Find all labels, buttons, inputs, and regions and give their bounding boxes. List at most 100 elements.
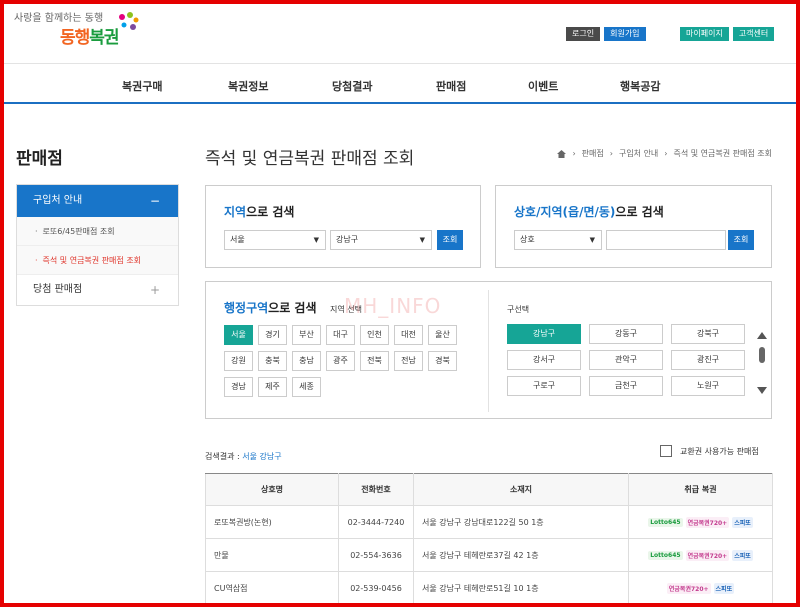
title-rest: 으로 검색 xyxy=(246,205,295,219)
region-search-button[interactable]: 조회 xyxy=(437,230,463,250)
breadcrumb-sep-icon: › xyxy=(664,149,668,158)
lnb-title: 판매점 xyxy=(16,149,63,169)
region-chip[interactable]: 인천 xyxy=(360,325,389,345)
side-item-label: 로또6/45판매점 조회 xyxy=(42,227,115,236)
admin-search-title: 행정구역으로 검색 xyxy=(224,299,317,316)
district-grid: 강남구 강동구 강북구 강서구 관악구 광진구 구로구 금천구 노원구 xyxy=(507,324,752,396)
pension-logo-icon: 연금복권720+ xyxy=(685,516,730,528)
region-chip[interactable]: 부산 xyxy=(292,325,321,345)
title-highlight: 행정구역 xyxy=(224,301,269,315)
district-chip[interactable]: 금천구 xyxy=(589,376,663,396)
page-frame: 사랑을 함께하는 동행 동행복권 로그인 회원가입 마이페이지 고객센터 복권구… xyxy=(0,0,800,607)
district-chip[interactable]: 강북구 xyxy=(671,324,745,344)
nav-events[interactable]: 이벤트 xyxy=(528,78,558,94)
district-chip[interactable]: 강서구 xyxy=(507,350,581,370)
exchange-checkbox[interactable] xyxy=(660,445,672,457)
name-search-panel: 상호/지역(읍/면/동)으로 검색 상호 ▼ 조회 xyxy=(495,185,772,268)
sido-value: 서울 xyxy=(230,235,245,244)
region-chip[interactable]: 서울 xyxy=(224,325,253,345)
scroll-down-icon[interactable] xyxy=(757,387,767,394)
table-row[interactable]: CU역삼점 02-539-0456 서울 강남구 테헤란로51길 10 1층 연… xyxy=(205,571,773,603)
exchange-checkbox-label[interactable]: 교환권 사용가능 판매점 xyxy=(680,446,759,457)
main-nav: 복권구매 복권정보 당첨결과 판매점 이벤트 행복공감 xyxy=(4,64,796,104)
store-table: 상호명 전화번호 소재지 취급 복권 로또복권방(논현) 02-3444-724… xyxy=(205,473,773,603)
side-item-label: 즉석 및 연금복권 판매점 조회 xyxy=(42,256,142,265)
login-button[interactable]: 로그인 xyxy=(566,27,601,41)
region-chip[interactable]: 광주 xyxy=(326,351,355,371)
nav-stores[interactable]: 판매점 xyxy=(436,78,466,94)
search-type-value: 상호 xyxy=(520,235,535,244)
region-chip[interactable]: 세종 xyxy=(292,377,321,397)
store-name: 만물 xyxy=(205,538,339,572)
header: 사랑을 함께하는 동행 동행복권 로그인 회원가입 마이페이지 고객센터 xyxy=(4,4,796,64)
collapse-icon[interactable]: − xyxy=(150,185,160,217)
side-nav: 구입처 안내 − · 로또6/45판매점 조회 · 즉석 및 연금복권 판매점 조회… xyxy=(16,184,179,306)
store-brands: Lotto645 연금복권720+ 스피또 xyxy=(628,505,773,539)
sido-select[interactable]: 서울 ▼ xyxy=(224,230,326,250)
logo-flower-icon xyxy=(119,12,139,30)
table-row[interactable]: 로또복권방(논현) 02-3444-7240 서울 강남구 강남대로122길 5… xyxy=(205,505,773,539)
column-header: 전화번호 xyxy=(338,473,414,506)
store-phone: 02-3444-7240 xyxy=(338,505,414,539)
join-button[interactable]: 회원가입 xyxy=(604,27,646,41)
result-summary: 검색결과 : 서울 강남구 xyxy=(205,451,282,462)
gugun-value: 강남구 xyxy=(336,235,359,244)
column-header: 상호명 xyxy=(205,473,339,506)
region-chip[interactable]: 충북 xyxy=(258,351,287,371)
district-chip[interactable]: 강남구 xyxy=(507,324,581,344)
breadcrumb-item[interactable]: 구입처 안내 xyxy=(619,148,658,159)
district-chip[interactable]: 구로구 xyxy=(507,376,581,396)
title-rest: 으로 검색 xyxy=(615,205,664,219)
region-chip[interactable]: 강원 xyxy=(224,351,253,371)
home-icon[interactable] xyxy=(557,149,567,158)
region-chip[interactable]: 대전 xyxy=(394,325,423,345)
util-right: 마이페이지 고객센터 xyxy=(680,27,775,41)
side-section-winning-stores[interactable]: 당첨 판매점 + xyxy=(17,275,178,305)
district-chip[interactable]: 강동구 xyxy=(589,324,663,344)
logo-tagline: 사랑을 함께하는 동행 xyxy=(14,13,104,24)
mypage-button[interactable]: 마이페이지 xyxy=(680,27,729,41)
keyword-input[interactable] xyxy=(606,230,726,250)
table-row[interactable]: 만물 02-554-3636 서울 강남구 테헤란로37길 42 1층 Lott… xyxy=(205,538,773,572)
result-label: 검색결과 : xyxy=(205,452,243,461)
region-chip[interactable]: 울산 xyxy=(428,325,457,345)
column-header: 소재지 xyxy=(413,473,629,506)
brand-part1: 동행 xyxy=(60,28,90,48)
district-chip[interactable]: 관악구 xyxy=(589,350,663,370)
region-chip[interactable]: 전북 xyxy=(360,351,389,371)
region-chip[interactable]: 경북 xyxy=(428,351,457,371)
admin-search-panel: 행정구역으로 검색 지역 선택 서울 경기 부산 대구 인천 대전 울산 강원 … xyxy=(205,281,772,419)
name-search-button[interactable]: 조회 xyxy=(728,230,754,250)
region-chip[interactable]: 경남 xyxy=(224,377,253,397)
customer-center-button[interactable]: 고객센터 xyxy=(732,27,775,41)
breadcrumb-item[interactable]: 판매점 xyxy=(582,148,604,159)
district-chip[interactable]: 광진구 xyxy=(671,350,745,370)
side-item-lotto-stores[interactable]: · 로또6/45판매점 조회 xyxy=(17,217,178,246)
gugun-select[interactable]: 강남구 ▼ xyxy=(330,230,432,250)
nav-info[interactable]: 복권정보 xyxy=(228,78,268,94)
title-highlight: 상호/지역(읍/면/동) xyxy=(514,205,616,219)
search-type-select[interactable]: 상호 ▼ xyxy=(514,230,602,250)
speetto-logo-icon: 스피또 xyxy=(732,516,753,528)
region-chip[interactable]: 전남 xyxy=(394,351,423,371)
pension-logo-icon: 연금복권720+ xyxy=(685,549,730,561)
store-phone: 02-539-0456 xyxy=(338,571,414,603)
bullet-icon: · xyxy=(35,227,38,236)
nav-buy[interactable]: 복권구매 xyxy=(122,78,162,94)
scrollbar-thumb[interactable] xyxy=(759,347,765,363)
breadcrumb: › 판매점 › 구입처 안내 › 즉석 및 연금복권 판매점 조회 xyxy=(557,148,772,159)
site-logo[interactable]: 사랑을 함께하는 동행 동행복권 xyxy=(14,9,144,53)
region-chip[interactable]: 충남 xyxy=(292,351,321,371)
scroll-up-icon[interactable] xyxy=(757,332,767,339)
expand-icon[interactable]: + xyxy=(150,275,160,305)
nav-happiness[interactable]: 행복공감 xyxy=(620,78,660,94)
side-section-purchase-guide[interactable]: 구입처 안내 − xyxy=(17,185,178,217)
side-item-instant-stores[interactable]: · 즉석 및 연금복권 판매점 조회 xyxy=(17,246,178,275)
district-chip[interactable]: 노원구 xyxy=(671,376,745,396)
column-header: 취급 복권 xyxy=(628,473,773,506)
nav-results[interactable]: 당첨결과 xyxy=(332,78,372,94)
region-chip[interactable]: 경기 xyxy=(258,325,287,345)
chevron-down-icon: ▼ xyxy=(313,236,319,244)
region-chip[interactable]: 대구 xyxy=(326,325,355,345)
region-chip[interactable]: 제주 xyxy=(258,377,287,397)
